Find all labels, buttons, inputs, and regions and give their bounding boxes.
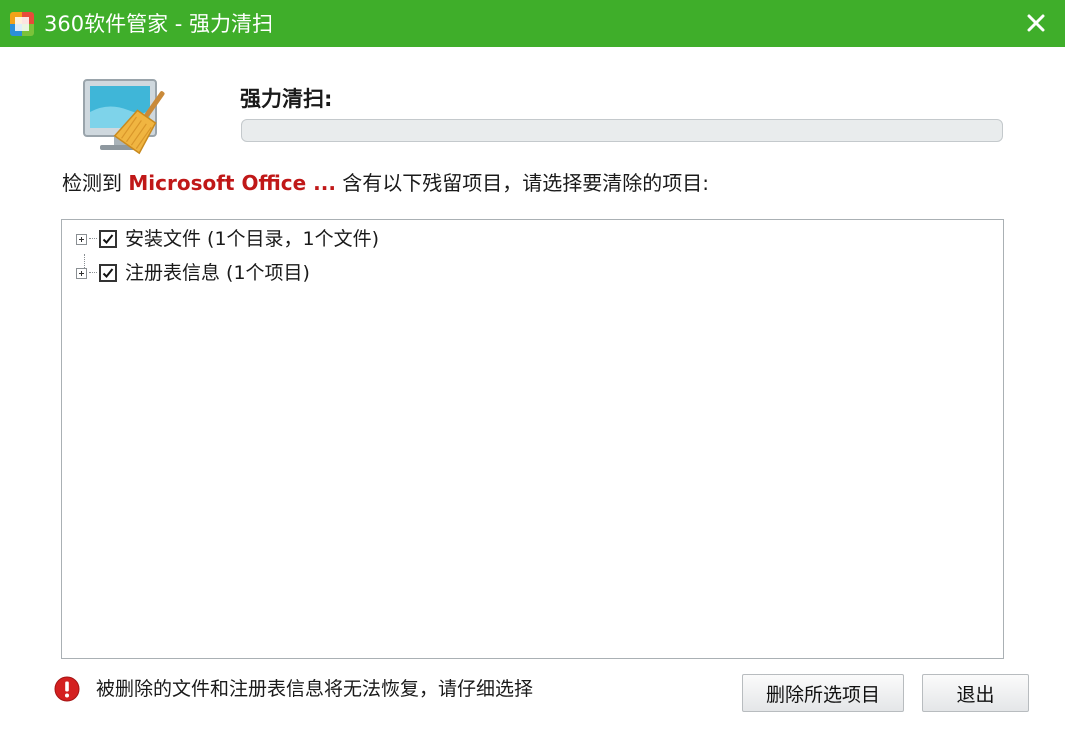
monitor-broom-icon [78, 72, 188, 164]
exit-button[interactable]: 退出 [922, 674, 1029, 712]
window-title: 360软件管家 - 强力清扫 [44, 12, 274, 36]
close-button[interactable] [1019, 6, 1053, 40]
title-bar: 360软件管家 - 强力清扫 [0, 0, 1065, 47]
tree-item-install-files[interactable]: 安装文件 (1个目录，1个文件) [76, 226, 379, 252]
detect-suffix: 含有以下残留项目，请选择要清除的项目: [342, 171, 710, 195]
detect-message: 检测到 Microsoft Office ... 含有以下残留项目，请选择要清除… [62, 170, 709, 196]
expand-icon[interactable] [76, 233, 87, 245]
detect-prefix: 检测到 [62, 171, 122, 195]
warning-icon [54, 676, 80, 702]
product-name: Microsoft Office ... [128, 171, 336, 195]
checkmark-icon [102, 234, 114, 244]
tree-item-registry[interactable]: 注册表信息 (1个项目) [76, 260, 310, 286]
close-icon [1027, 14, 1045, 32]
expand-icon[interactable] [76, 267, 87, 279]
residual-items-tree: 安装文件 (1个目录，1个文件) 注册表信息 (1个项目) [61, 219, 1004, 659]
tree-item-label: 安装文件 (1个目录，1个文件) [125, 228, 380, 250]
tree-item-label: 注册表信息 (1个项目) [125, 262, 310, 284]
tree-connector [89, 272, 97, 274]
install-files-checkbox[interactable] [99, 230, 117, 248]
warning-text: 被删除的文件和注册表信息将无法恢复，请仔细选择 [96, 678, 534, 700]
tree-connector [89, 238, 97, 240]
checkmark-icon [102, 268, 114, 278]
section-label: 强力清扫: [240, 87, 333, 111]
delete-selected-button[interactable]: 删除所选项目 [742, 674, 904, 712]
progress-bar [241, 119, 1003, 142]
registry-checkbox[interactable] [99, 264, 117, 282]
app-logo-icon [10, 12, 34, 36]
